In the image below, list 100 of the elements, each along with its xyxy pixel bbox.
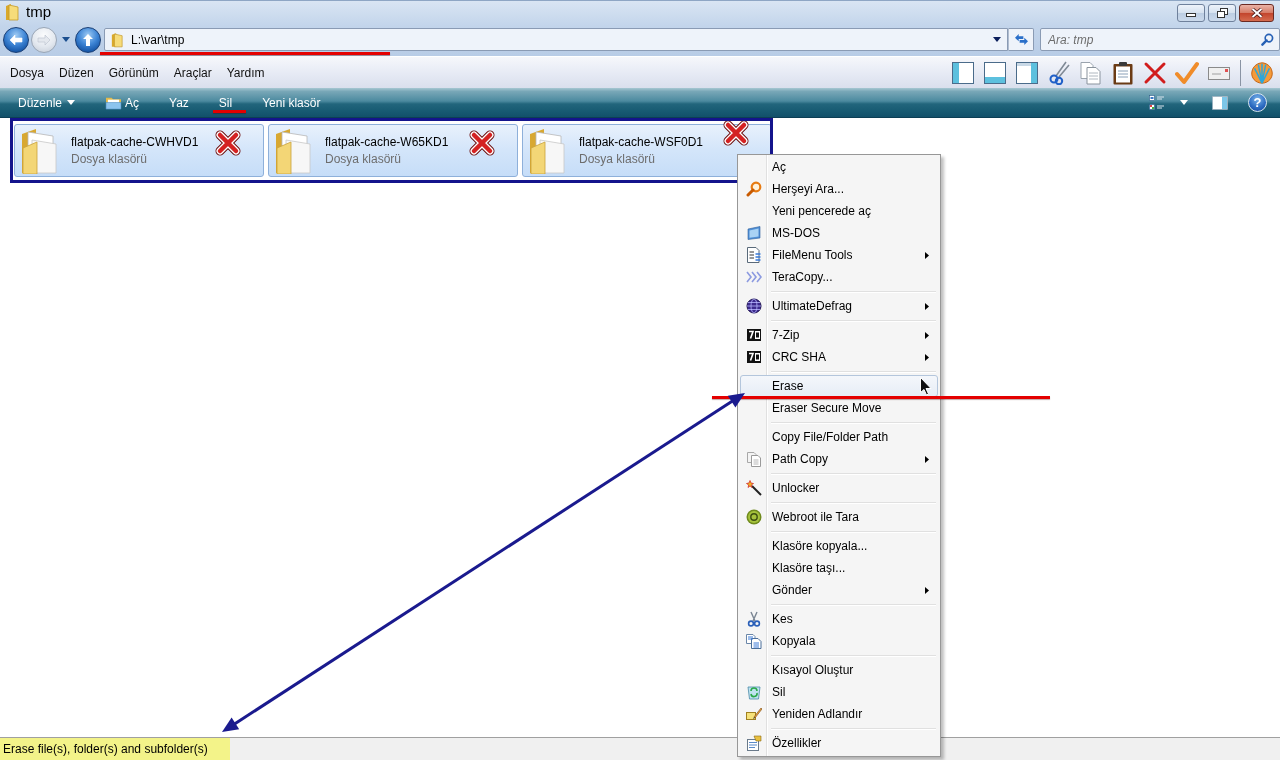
menu-bar-item[interactable]: Yardım — [220, 63, 271, 82]
bottom-pane-layout-icon[interactable] — [983, 60, 1007, 85]
folder-icon — [111, 31, 123, 48]
chevrons-icon — [746, 269, 762, 285]
search-box[interactable]: Ara: tmp — [1040, 28, 1280, 51]
globe-icon — [746, 298, 762, 314]
window-icon — [746, 225, 762, 241]
caret-icon[interactable] — [1180, 100, 1188, 105]
command-button[interactable]: Yeni klasör — [247, 89, 336, 116]
search-icon[interactable] — [1261, 33, 1274, 46]
command-button[interactable]: Aç — [90, 89, 155, 116]
scissors-icon — [746, 611, 762, 627]
context-menu-item[interactable]: Klasöre kopyala... — [740, 535, 938, 557]
seashell-icon[interactable] — [1250, 60, 1274, 85]
folder-icon — [274, 127, 312, 174]
context-menu-item[interactable]: Yeniden Adlandır — [740, 703, 938, 725]
archive-icon — [746, 327, 762, 343]
minimize-button[interactable] — [1177, 4, 1205, 22]
folder-name: flatpak-cache-WSF0D1 — [579, 135, 704, 149]
scissors-icon[interactable] — [1047, 60, 1071, 85]
folder-tile[interactable]: flatpak-cache-W65KD1 Dosya klasörü — [268, 124, 518, 177]
folder-icon — [528, 127, 566, 174]
context-menu-item[interactable]: MS-DOS — [740, 222, 938, 244]
context-menu-item[interactable]: Kısayol Oluştur — [740, 659, 938, 681]
address-bar[interactable]: L:\var\tmp — [104, 28, 1008, 51]
menu-bar-item[interactable]: Görünüm — [102, 63, 165, 82]
command-button[interactable]: Düzenle — [3, 89, 91, 116]
magic-wand-icon — [746, 480, 762, 496]
folder-type: Dosya klasörü — [325, 152, 403, 166]
arrow-right-icon — [37, 33, 51, 46]
context-menu-item[interactable]: Eraser Secure Move — [740, 397, 938, 419]
refresh-button[interactable] — [1008, 28, 1034, 51]
arrow-left-icon — [9, 33, 23, 46]
command-button[interactable]: Yaz — [154, 89, 204, 116]
folder-type: Dosya klasörü — [71, 152, 149, 166]
context-menu-item[interactable]: Kopyala — [740, 630, 938, 652]
context-menu-item[interactable]: Sil — [740, 681, 938, 703]
context-menu-item[interactable]: Erase — [740, 375, 938, 397]
arrow-up-icon — [82, 32, 94, 47]
copy-icon — [746, 633, 762, 649]
close-button[interactable] — [1239, 4, 1274, 22]
copy-icon[interactable] — [1079, 60, 1103, 85]
status-text: Erase file(s), folder(s) and subfolder(s) — [0, 738, 230, 760]
round-logo-icon — [746, 509, 762, 525]
context-menu-item[interactable]: Path Copy — [740, 448, 938, 470]
menu-bar-item[interactable]: Dosya — [4, 63, 50, 82]
context-menu-item[interactable]: Yeni pencerede aç — [740, 200, 938, 222]
properties-icon — [746, 735, 762, 751]
context-menu-item[interactable]: Gönder — [740, 579, 938, 601]
archive-icon — [746, 349, 762, 365]
pencil-icon — [746, 706, 762, 722]
recent-pages-caret-icon[interactable] — [62, 37, 70, 42]
context-menu-item[interactable]: Klasöre taşı... — [740, 557, 938, 579]
document-list-icon — [746, 247, 762, 263]
up-button[interactable] — [75, 26, 101, 53]
caret-icon — [67, 100, 76, 105]
underline-mark — [213, 110, 246, 113]
close-icon — [1250, 8, 1263, 18]
back-button[interactable] — [3, 26, 29, 53]
folder-name: flatpak-cache-W65KD1 — [325, 135, 449, 149]
restore-button[interactable] — [1208, 4, 1236, 22]
search-field[interactable]: Ara: tmp — [1041, 30, 1261, 49]
context-menu-item[interactable]: Kes — [740, 608, 938, 630]
menu-bar-item[interactable]: Düzen — [53, 63, 100, 82]
context-menu-item[interactable]: TeraCopy... — [740, 266, 938, 288]
context-menu-item[interactable]: FileMenu Tools — [740, 244, 938, 266]
recycle-bin-icon — [746, 684, 762, 700]
context-menu-item[interactable]: Copy File/Folder Path — [740, 426, 938, 448]
checkmark-icon[interactable] — [1175, 60, 1199, 85]
refresh-icon — [1013, 33, 1029, 46]
context-menu-item[interactable]: Unlocker — [740, 477, 938, 499]
address-field[interactable]: L:\var\tmp — [131, 30, 993, 49]
restore-icon — [1216, 8, 1228, 18]
folder-icon — [20, 127, 58, 174]
preview-pane-icon[interactable] — [1212, 94, 1228, 111]
context-menu-item[interactable]: Webroot ile Tara — [740, 506, 938, 528]
minimize-icon — [1186, 13, 1196, 17]
folder-type: Dosya klasörü — [579, 152, 657, 166]
dropdown-caret-icon[interactable] — [993, 37, 1001, 42]
left-pane-layout-icon[interactable] — [951, 60, 975, 85]
context-menu-item[interactable]: UltimateDefrag — [740, 295, 938, 317]
folder-name: flatpak-cache-CWHVD1 — [71, 135, 199, 149]
context-menu-item[interactable]: 7-Zip — [740, 324, 938, 346]
context-menu-item[interactable]: CRC SHA — [740, 346, 938, 368]
window-title: tmp — [26, 3, 51, 21]
documents-icon — [746, 451, 762, 467]
views-icon[interactable] — [1149, 94, 1165, 111]
folder-icon — [105, 95, 123, 110]
clipboard-icon[interactable] — [1111, 60, 1135, 85]
cross-mark-icon — [469, 130, 495, 156]
cross-mark-icon — [215, 130, 241, 156]
context-menu-item[interactable]: Herşeyi Ara... — [740, 178, 938, 200]
folder-tile[interactable]: flatpak-cache-CWHVD1 Dosya klasörü — [14, 124, 264, 177]
menu-bar-item[interactable]: Araçlar — [167, 63, 218, 82]
folder-icon — [5, 3, 19, 21]
folder-tile[interactable]: flatpak-cache-WSF0D1 Dosya klasörü — [522, 124, 772, 177]
delete-icon[interactable] — [1143, 60, 1167, 85]
command-button[interactable]: Sil — [203, 89, 248, 116]
right-pane-layout-icon[interactable] — [1015, 60, 1039, 85]
context-menu-item[interactable]: Özellikler — [740, 732, 938, 754]
